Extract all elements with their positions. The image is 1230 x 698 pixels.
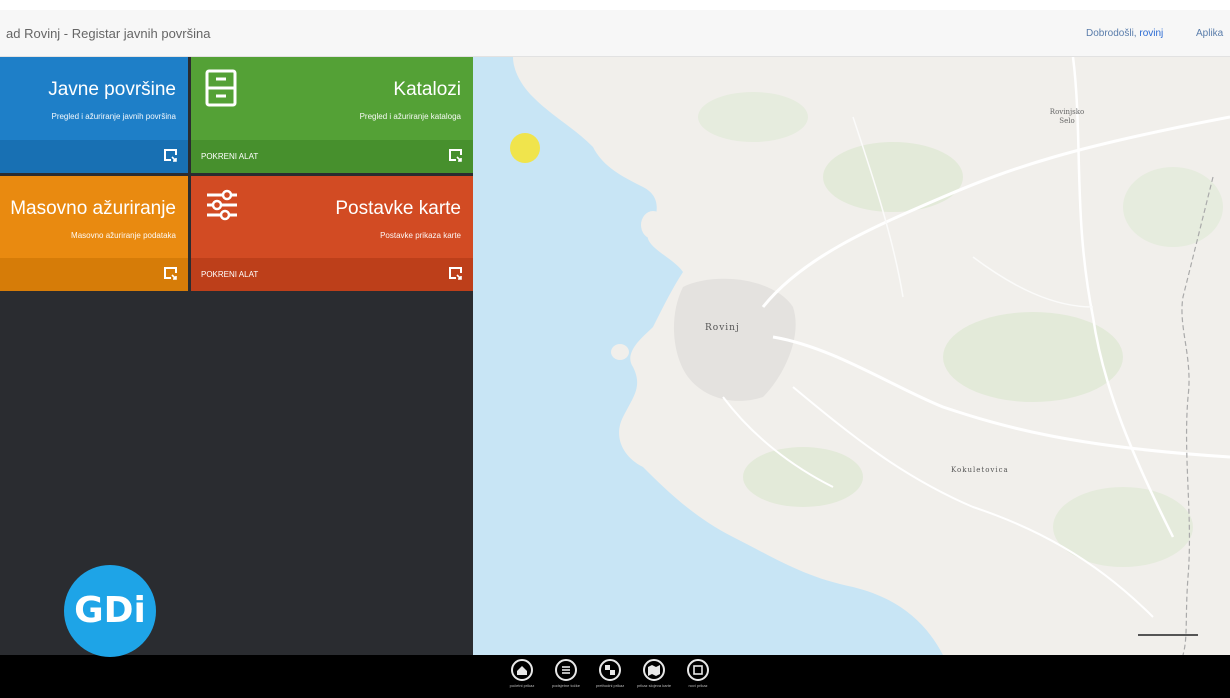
app-header: ad Rovinj - Registar javnih površina Dob… <box>0 10 1230 57</box>
tile-footer[interactable] <box>0 258 188 291</box>
tile-footer[interactable]: POKRENI ALAT <box>191 140 473 173</box>
toolbar-label: prethodni prikaz <box>595 683 625 688</box>
green-area <box>698 92 808 142</box>
island <box>641 211 665 239</box>
welcome-text: Dobrodošli, rovinj <box>1086 28 1163 39</box>
tile-title: Javne površine <box>48 79 176 100</box>
toolbar-label: početni prikaz <box>509 683 535 688</box>
tile-title: Masovno ažuriranje <box>10 198 176 219</box>
app-title: ad Rovinj - Registar javnih površina <box>6 26 211 41</box>
cursor-highlight <box>510 133 540 163</box>
toolbar-home[interactable]: početni prikaz <box>502 659 542 688</box>
apps-link[interactable]: Aplika <box>1196 28 1223 39</box>
green-area <box>823 142 963 212</box>
toolbar-map[interactable]: prikaz slojeva karte <box>634 659 674 688</box>
green-area <box>1053 487 1193 567</box>
toolbar-list[interactable]: podsjetne točke <box>546 659 586 688</box>
gdi-logo: GDi <box>64 565 156 657</box>
layers-icon[interactable] <box>687 659 709 681</box>
tile-postavke-karte[interactable]: Postavke karte Postavke prikaza karte PO… <box>191 176 473 291</box>
toolbar-zoom[interactable]: prethodni prikaz <box>590 659 630 688</box>
run-tool-label[interactable]: POKRENI ALAT <box>201 152 258 161</box>
map-icon[interactable] <box>643 659 665 681</box>
launch-icon[interactable] <box>449 267 463 281</box>
tile-title: Postavke karte <box>335 198 461 219</box>
green-area <box>743 447 863 507</box>
tools-panel: Javne površine Pregled i ažuriranje javn… <box>0 57 473 655</box>
run-tool-label[interactable]: POKRENI ALAT <box>201 270 258 279</box>
launch-icon[interactable] <box>164 267 178 281</box>
place-label-rovinj: Rovinj <box>705 323 740 333</box>
launch-icon[interactable] <box>164 149 178 163</box>
welcome-prefix: Dobrodošli, <box>1086 28 1140 39</box>
tile-javne-povrsine[interactable]: Javne površine Pregled i ažuriranje javn… <box>0 57 188 173</box>
home-icon[interactable] <box>511 659 533 681</box>
toolbar-label: podsjetne točke <box>551 683 581 688</box>
island <box>520 63 556 87</box>
tile-subtitle: Postavke prikaza karte <box>380 231 461 240</box>
place-label-rovinjsko-selo: Rovinjsko Selo <box>1049 108 1085 125</box>
launch-icon[interactable] <box>449 149 463 163</box>
green-area <box>943 312 1123 402</box>
sliders-icon <box>207 189 237 221</box>
bottom-toolbar: početni prikaz podsjetne točke prethodni… <box>0 655 1230 698</box>
map-view[interactable]: Rovinj Kokuletovica Rovinjsko Selo <box>473 57 1230 655</box>
cabinet-icon <box>205 69 237 107</box>
green-area <box>1123 167 1223 247</box>
tile-footer[interactable] <box>0 140 188 173</box>
tile-footer[interactable]: POKRENI ALAT <box>191 258 473 291</box>
tile-subtitle: Masovno ažuriranje podataka <box>71 231 176 240</box>
list-icon[interactable] <box>555 659 577 681</box>
tile-masovno-azuriranje[interactable]: Masovno ažuriranje Masovno ažuriranje po… <box>0 176 188 291</box>
place-label-kokuletovica: Kokuletovica <box>951 466 1009 474</box>
toolbar-layers[interactable]: novi prikaz <box>678 659 718 688</box>
tile-katalozi[interactable]: Katalozi Pregled i ažuriranje kataloga P… <box>191 57 473 173</box>
tile-subtitle: Pregled i ažuriranje kataloga <box>359 112 461 121</box>
toolbar-label: prikaz slojeva karte <box>636 683 672 688</box>
island <box>611 344 629 360</box>
tile-subtitle: Pregled i ažuriranje javnih površina <box>51 112 176 121</box>
tile-title: Katalozi <box>393 79 461 100</box>
top-strip <box>0 0 1230 10</box>
toolbar-label: novi prikaz <box>688 683 708 688</box>
user-link[interactable]: rovinj <box>1139 28 1163 39</box>
zoom-icon[interactable] <box>599 659 621 681</box>
map-background[interactable] <box>473 57 1230 655</box>
